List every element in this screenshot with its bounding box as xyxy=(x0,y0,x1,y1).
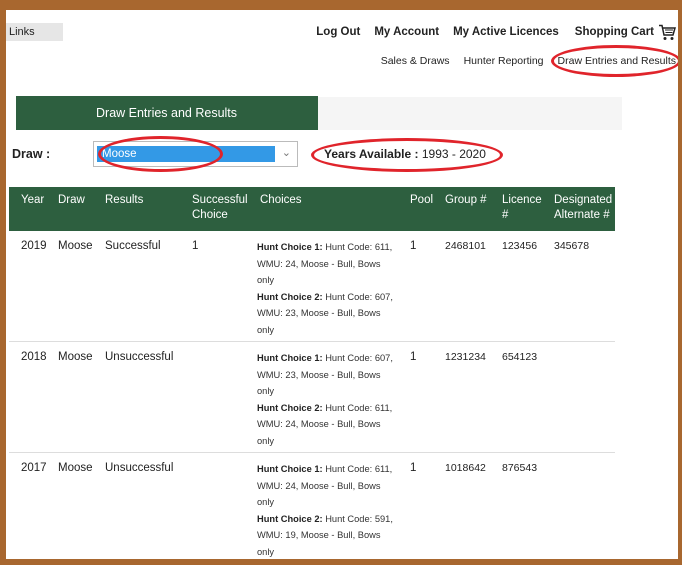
years-available-value: 1993 - 2020 xyxy=(421,147,486,161)
cell-year: 2019 xyxy=(21,240,47,252)
sales-draws-link[interactable]: Sales & Draws xyxy=(381,55,450,67)
cell-draw: Moose xyxy=(58,462,93,474)
header-results: Results xyxy=(105,194,144,206)
cell-pool: 1 xyxy=(410,351,417,363)
cell-results: Unsuccessful xyxy=(105,462,174,474)
my-account-link[interactable]: My Account xyxy=(374,26,439,38)
cell-pool: 1 xyxy=(410,462,417,474)
draw-entries-results-link[interactable]: Draw Entries and Results xyxy=(558,55,676,67)
header-choices: Choices xyxy=(260,194,302,206)
cell-pool: 1 xyxy=(410,240,417,252)
shopping-cart-link[interactable]: Shopping Cart xyxy=(575,24,676,41)
cell-group: 1018642 xyxy=(445,462,486,474)
cell-year: 2018 xyxy=(21,351,47,363)
header-successful-choice: Successful Choice xyxy=(192,194,248,221)
cell-choices: Hunt Choice 1: Hunt Code: 607, WMU: 23, … xyxy=(257,353,393,446)
cell-results: Successful xyxy=(105,240,161,252)
years-available: Years Available : 1993 - 2020 xyxy=(324,147,486,161)
sub-nav: Sales & Draws Hunter Reporting Draw Entr… xyxy=(367,53,678,69)
cell-group: 2468101 xyxy=(445,240,486,252)
draw-select[interactable]: Moose ⌄ xyxy=(93,141,298,167)
cell-results: Unsuccessful xyxy=(105,351,174,363)
cell-alternate: 345678 xyxy=(554,240,590,252)
cell-group: 1231234 xyxy=(445,351,486,363)
page-frame: Links Log Out My Account My Active Licen… xyxy=(6,10,678,559)
table-row: 2017 Moose Unsuccessful Hunt Choice 1: H… xyxy=(9,453,615,559)
header-year: Year xyxy=(21,194,45,206)
shopping-cart-icon xyxy=(659,24,676,40)
cell-licence: 876543 xyxy=(502,462,538,474)
draw-select-value: Moose xyxy=(97,146,275,162)
cell-draw: Moose xyxy=(58,351,93,363)
log-out-link[interactable]: Log Out xyxy=(316,26,360,38)
draw-label: Draw : xyxy=(12,147,51,161)
cell-licence: 654123 xyxy=(502,351,538,363)
results-table-header: Year Draw Results Successful Choice Choic… xyxy=(9,187,615,231)
cell-draw: Moose xyxy=(58,240,93,252)
years-available-label: Years Available : xyxy=(324,147,419,161)
cell-choices: Hunt Choice 1: Hunt Code: 611, WMU: 24, … xyxy=(257,242,393,335)
links-tab[interactable]: Links xyxy=(6,23,63,41)
header-pool: Pool xyxy=(410,194,434,206)
page-title: Draw Entries and Results xyxy=(16,96,318,130)
hunter-reporting-link[interactable]: Hunter Reporting xyxy=(464,55,544,67)
cell-year: 2017 xyxy=(21,462,47,474)
header-licence: Licence # xyxy=(502,194,542,221)
chevron-down-icon: ⌄ xyxy=(281,147,291,159)
cell-successful-choice: 1 xyxy=(192,240,199,252)
header-draw: Draw xyxy=(58,194,85,206)
top-nav: Log Out My Account My Active Licences Sh… xyxy=(302,23,678,41)
table-row: 2019 Moose Successful 1 Hunt Choice 1: H… xyxy=(9,231,615,342)
shopping-cart-label: Shopping Cart xyxy=(574,26,654,38)
table-row: 2018 Moose Unsuccessful Hunt Choice 1: H… xyxy=(9,342,615,453)
cell-licence: 123456 xyxy=(502,240,538,252)
header-group: Group # xyxy=(445,194,487,206)
my-active-licences-link[interactable]: My Active Licences xyxy=(453,26,559,38)
cell-choices: Hunt Choice 1: Hunt Code: 611, WMU: 24, … xyxy=(257,464,393,557)
header-designated-alternate: Designated Alternate # xyxy=(554,194,613,221)
